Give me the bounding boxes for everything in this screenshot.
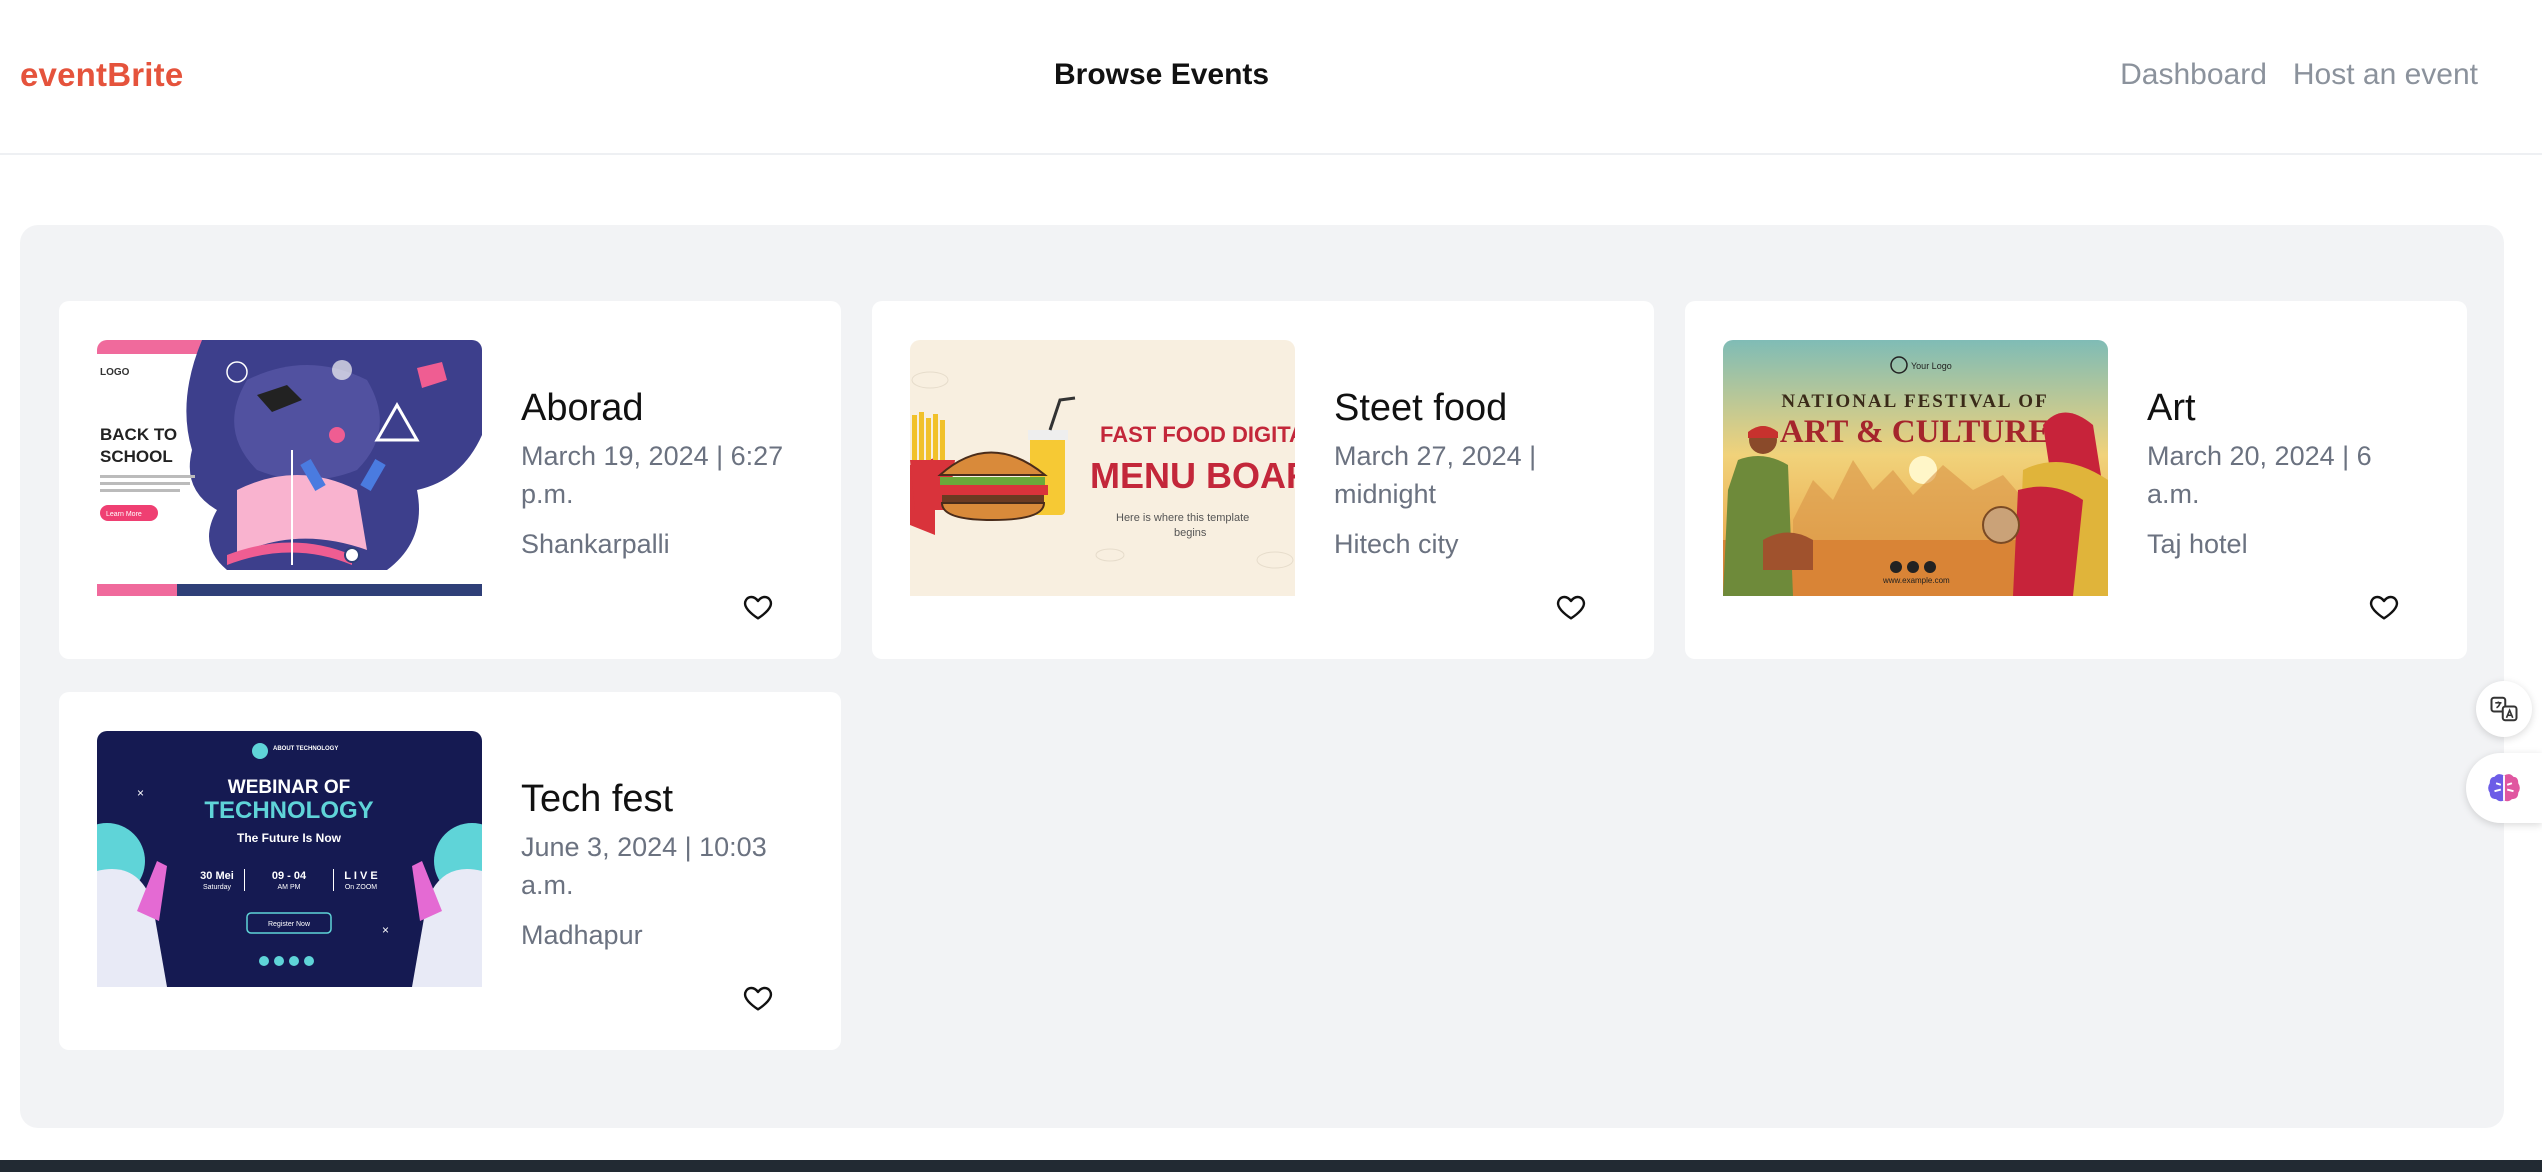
fast-food-menu-image: FAST FOOD DIGITAL MENU BOARD Here is whe… [910, 340, 1295, 596]
svg-text:TECHNOLOGY: TECHNOLOGY [204, 797, 373, 824]
assistant-button[interactable] [2466, 753, 2542, 823]
top-nav: Dashboard Host an event [2120, 58, 2478, 92]
svg-text:SCHOOL: SCHOOL [100, 447, 173, 466]
event-location: Shankarpalli [521, 529, 670, 559]
event-image[interactable]: ABOUT TECHNOLOGY WEBINAR OF TECHNOLOGY T… [97, 731, 482, 987]
svg-text:Learn More: Learn More [106, 511, 142, 518]
svg-text:09 - 04: 09 - 04 [272, 870, 307, 882]
svg-text:www.example.com: www.example.com [1882, 576, 1950, 585]
svg-text:Here is where this template: Here is where this template [1116, 512, 1249, 524]
event-title[interactable]: Art [2147, 387, 2196, 430]
event-card[interactable]: ABOUT TECHNOLOGY WEBINAR OF TECHNOLOGY T… [59, 692, 841, 1050]
svg-text:NATIONAL FESTIVAL OF: NATIONAL FESTIVAL OF [1781, 391, 2048, 412]
event-title[interactable]: Tech fest [521, 778, 673, 821]
events-panel: LOGO BACK TO SCHOOL Learn More Aborad Ma… [20, 225, 2504, 1128]
brain-icon [2488, 774, 2520, 802]
svg-text:30 Mei: 30 Mei [200, 870, 234, 882]
event-card[interactable]: LOGO BACK TO SCHOOL Learn More Aborad Ma… [59, 301, 841, 659]
event-image[interactable]: www.example.com Your Logo NATIONAL FESTI… [1723, 340, 2108, 596]
event-date: March 20, 2024 | 6 a.m. [2147, 441, 2372, 509]
svg-text:Your Logo: Your Logo [1911, 361, 1952, 371]
heart-outline-icon[interactable] [2368, 591, 2400, 623]
svg-text:The Future Is Now: The Future Is Now [237, 831, 342, 845]
event-title[interactable]: Aborad [521, 387, 644, 430]
heart-outline-icon[interactable] [742, 591, 774, 623]
svg-text:BACK TO: BACK TO [100, 425, 177, 444]
svg-text:MENU BOARD: MENU BOARD [1090, 455, 1295, 496]
footer-bar [0, 1160, 2542, 1172]
event-title[interactable]: Steet food [1334, 387, 1507, 430]
svg-text:ART & CULTURE: ART & CULTURE [1780, 414, 2050, 450]
svg-text:AM PM: AM PM [278, 884, 301, 891]
svg-text:×: × [137, 786, 144, 800]
top-header: eventBrite Browse Events Dashboard Host … [0, 0, 2542, 155]
svg-text:WEBINAR OF: WEBINAR OF [228, 777, 350, 798]
svg-text:LOGO: LOGO [100, 367, 130, 378]
page-title: Browse Events [1054, 58, 1270, 91]
svg-text:Register Now: Register Now [268, 921, 311, 928]
back-to-school-image: LOGO BACK TO SCHOOL Learn More [97, 340, 482, 596]
event-image[interactable]: FAST FOOD DIGITAL MENU BOARD Here is whe… [910, 340, 1295, 596]
svg-text:begins: begins [1174, 527, 1207, 539]
event-card[interactable]: FAST FOOD DIGITAL MENU BOARD Here is whe… [872, 301, 1654, 659]
svg-text:ABOUT TECHNOLOGY: ABOUT TECHNOLOGY [273, 746, 338, 752]
translate-icon [2490, 696, 2518, 722]
svg-text:On ZOOM: On ZOOM [345, 884, 377, 891]
svg-text:FAST FOOD DIGITAL: FAST FOOD DIGITAL [1100, 422, 1295, 447]
event-location: Madhapur [521, 920, 643, 950]
tech-webinar-image: ABOUT TECHNOLOGY WEBINAR OF TECHNOLOGY T… [97, 731, 482, 987]
event-location: Hitech city [1334, 529, 1459, 559]
heart-outline-icon[interactable] [1555, 591, 1587, 623]
nav-dashboard-link[interactable]: Dashboard [2120, 58, 2267, 92]
svg-text:Saturday: Saturday [203, 884, 232, 891]
event-date: March 19, 2024 | 6:27 p.m. [521, 441, 784, 509]
svg-text:L I V E: L I V E [344, 870, 377, 882]
art-culture-festival-image: www.example.com Your Logo NATIONAL FESTI… [1723, 340, 2108, 596]
event-image[interactable]: LOGO BACK TO SCHOOL Learn More [97, 340, 482, 596]
event-date: March 27, 2024 | midnight [1334, 441, 1537, 509]
event-location: Taj hotel [2147, 529, 2248, 559]
nav-host-event-link[interactable]: Host an event [2293, 58, 2478, 92]
svg-text:×: × [382, 923, 389, 937]
event-card[interactable]: www.example.com Your Logo NATIONAL FESTI… [1685, 301, 2467, 659]
brand-logo[interactable]: eventBrite [20, 56, 183, 94]
heart-outline-icon[interactable] [742, 982, 774, 1014]
translate-button[interactable] [2476, 681, 2532, 737]
event-date: June 3, 2024 | 10:03 a.m. [521, 832, 767, 900]
